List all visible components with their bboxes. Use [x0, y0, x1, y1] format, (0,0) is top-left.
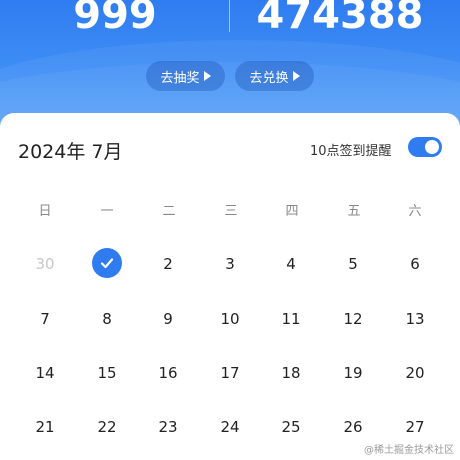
day-cell[interactable]: 23 [150, 412, 186, 442]
day-cell[interactable]: 24 [212, 412, 248, 442]
day-cell[interactable]: 2 [150, 249, 186, 279]
day-cell[interactable]: 25 [273, 412, 309, 442]
day-cell[interactable]: 6 [397, 249, 433, 279]
day-cell[interactable]: 18 [273, 358, 309, 388]
day-cell[interactable]: 3 [212, 249, 248, 279]
day-cell[interactable]: 26 [335, 412, 371, 442]
day-cell[interactable]: 21 [27, 412, 63, 442]
day-cell[interactable]: 10 [212, 304, 248, 334]
day-cell[interactable]: 27 [397, 412, 433, 442]
day-cell[interactable]: 22 [89, 412, 125, 442]
day-grid: 30 2 3 4 5 6 7 8 9 10 11 12 13 14 15 16 … [0, 0, 460, 460]
day-cell[interactable]: 7 [27, 304, 63, 334]
day-cell[interactable]: 8 [89, 304, 125, 334]
day-cell[interactable]: 17 [212, 358, 248, 388]
checkin-check-icon[interactable] [92, 248, 122, 278]
day-cell[interactable]: 19 [335, 358, 371, 388]
day-cell[interactable]: 14 [27, 358, 63, 388]
day-cell[interactable]: 20 [397, 358, 433, 388]
day-cell[interactable]: 5 [335, 249, 371, 279]
watermark: @稀土掘金技术社区 [364, 445, 454, 456]
day-cell[interactable]: 11 [273, 304, 309, 334]
day-cell[interactable]: 4 [273, 249, 309, 279]
day-cell[interactable]: 16 [150, 358, 186, 388]
day-cell[interactable]: 30 [27, 249, 63, 279]
day-cell[interactable]: 12 [335, 304, 371, 334]
day-cell[interactable]: 9 [150, 304, 186, 334]
day-cell[interactable]: 15 [89, 358, 125, 388]
day-cell[interactable]: 13 [397, 304, 433, 334]
